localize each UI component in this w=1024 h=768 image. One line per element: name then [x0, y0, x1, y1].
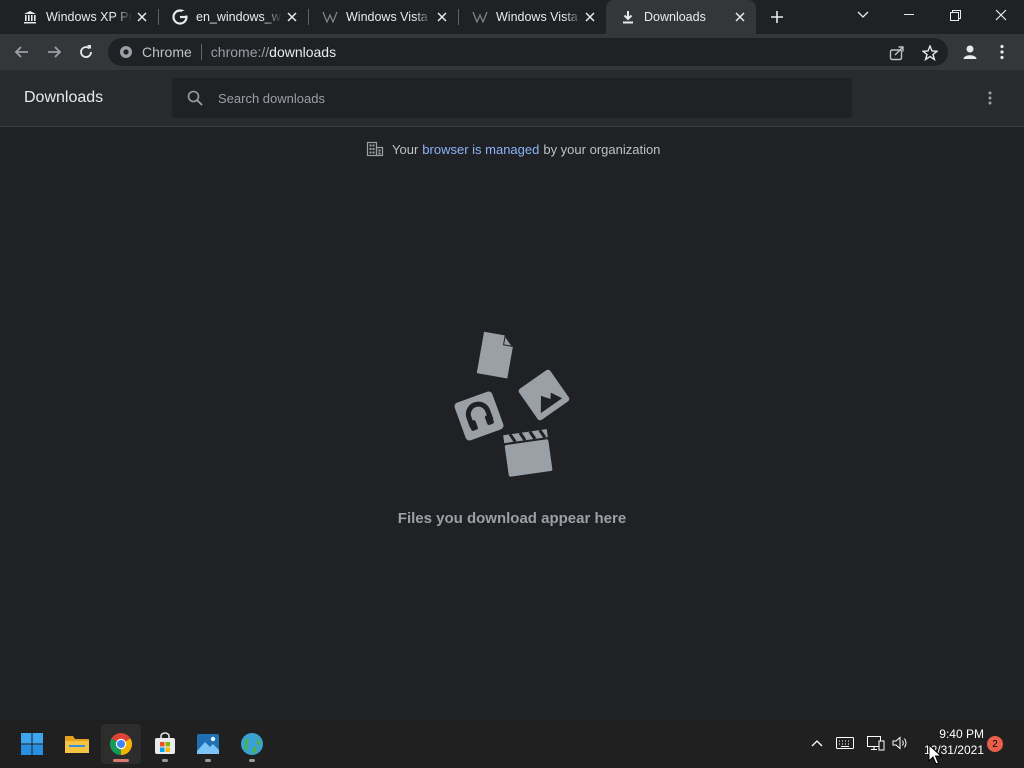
close-tab-icon[interactable]: [582, 9, 598, 25]
active-indicator: [113, 759, 129, 762]
download-icon: [620, 9, 636, 25]
audio-icon: [454, 391, 504, 441]
chevron-up-icon: [811, 740, 823, 747]
address-bar[interactable]: Chrome chrome:// downloads: [108, 38, 948, 66]
file-explorer-icon: [65, 736, 89, 753]
chrome-taskbar-button[interactable]: [101, 724, 141, 764]
start-icon: [21, 733, 43, 755]
forward-button[interactable]: [40, 38, 68, 66]
network-icon: [867, 736, 885, 751]
arrow-right-icon: [48, 46, 62, 58]
tab-title: Downloads: [644, 10, 706, 24]
search-icon: [186, 89, 204, 107]
wikipedia-icon: [472, 9, 488, 25]
close-tab-icon[interactable]: [732, 9, 748, 25]
volume-button[interactable]: [889, 732, 911, 754]
chrome-icon: [110, 733, 132, 755]
managed-notice: Your browser is managed by your organiza…: [366, 140, 660, 158]
start-button[interactable]: [12, 724, 52, 764]
kebab-menu-icon: [988, 91, 992, 105]
tab-search-button[interactable]: [840, 0, 886, 30]
tab-en-windows[interactable]: en_windows_with: [158, 0, 308, 34]
url-path: downloads: [269, 44, 337, 60]
managed-prefix: Your: [392, 141, 419, 157]
close-icon: [995, 9, 1007, 21]
running-indicator: [249, 759, 255, 762]
image-icon: [518, 369, 570, 421]
managed-suffix: by your organization: [543, 141, 661, 157]
file-explorer-button[interactable]: [57, 724, 97, 764]
omnibox-divider: [200, 44, 202, 60]
reload-button[interactable]: [72, 38, 100, 66]
taskbar: 9:40 PM 12/31/2021 2: [0, 720, 1024, 768]
browser-toolbar: Chrome chrome:// downloads: [0, 34, 1024, 70]
url-scheme: chrome://: [210, 44, 270, 60]
arrow-left-icon: [14, 46, 28, 58]
tab-title: Windows XP Professional: [46, 10, 132, 24]
tab-windows-xp[interactable]: Windows XP Professional: [8, 0, 158, 34]
person-icon: [963, 45, 977, 59]
network-button[interactable]: [865, 732, 887, 754]
downloads-menu-button[interactable]: [980, 88, 1000, 108]
restore-icon: [949, 9, 961, 21]
empty-state-message: Files you download appear here: [397, 510, 627, 527]
empty-downloads-illustration: [454, 331, 570, 477]
document-icon: [476, 331, 513, 379]
site-label: Chrome: [142, 44, 192, 60]
restore-button[interactable]: [932, 0, 978, 30]
tab-strip: Windows XP Professional en_windows_with …: [0, 0, 1024, 34]
page-title: Downloads: [24, 89, 104, 106]
chrome-page-icon: [118, 44, 134, 60]
photos-button[interactable]: [188, 724, 228, 764]
chevron-down-icon: [857, 11, 869, 18]
plus-icon: [771, 11, 783, 23]
share-icon[interactable]: [888, 44, 906, 62]
store-icon: [155, 732, 175, 754]
wikipedia-icon: [322, 9, 338, 25]
new-tab-button[interactable]: [766, 6, 788, 28]
keyboard-icon: [836, 737, 854, 749]
photos-icon: [197, 734, 219, 754]
globe-app-button[interactable]: [232, 724, 272, 764]
search-input[interactable]: [218, 90, 818, 106]
tab-windows-vista-2[interactable]: Windows Vista (: [458, 0, 606, 34]
tab-windows-vista-1[interactable]: Windows Vista (: [308, 0, 458, 34]
notification-badge[interactable]: 2: [987, 736, 1003, 752]
store-button[interactable]: [145, 724, 185, 764]
running-indicator: [205, 759, 211, 762]
touch-keyboard-button[interactable]: [834, 732, 856, 754]
video-icon: [503, 429, 553, 477]
bank-icon: [22, 9, 38, 25]
kebab-menu-icon: [1000, 44, 1004, 60]
reload-icon: [80, 45, 92, 58]
speaker-icon: [892, 736, 907, 750]
tab-title: Windows Vista (: [346, 10, 432, 24]
tab-title: Windows Vista (: [496, 10, 582, 24]
building-icon: [366, 141, 384, 157]
profile-button[interactable]: [956, 38, 984, 66]
running-indicator: [162, 759, 168, 762]
minimize-button[interactable]: [886, 0, 932, 30]
managed-link[interactable]: browser is managed: [422, 142, 539, 157]
show-hidden-icons-button[interactable]: [806, 732, 828, 754]
tab-downloads[interactable]: Downloads: [606, 0, 756, 34]
chrome-menu-button[interactable]: [988, 38, 1016, 66]
minimize-icon: [904, 14, 914, 15]
search-box[interactable]: [172, 78, 852, 118]
close-tab-icon[interactable]: [284, 9, 300, 25]
close-tab-icon[interactable]: [134, 9, 150, 25]
google-icon: [172, 9, 188, 25]
bookmark-star-icon[interactable]: [921, 44, 939, 62]
clock-time: 9:40 PM: [939, 727, 984, 741]
close-tab-icon[interactable]: [434, 9, 450, 25]
tab-title: en_windows_with: [196, 10, 282, 24]
downloads-header: Downloads: [0, 70, 1024, 127]
mouse-cursor-icon: [928, 744, 942, 765]
browser-globe-icon: [241, 733, 263, 755]
back-button[interactable]: [8, 38, 36, 66]
close-window-button[interactable]: [978, 0, 1024, 30]
